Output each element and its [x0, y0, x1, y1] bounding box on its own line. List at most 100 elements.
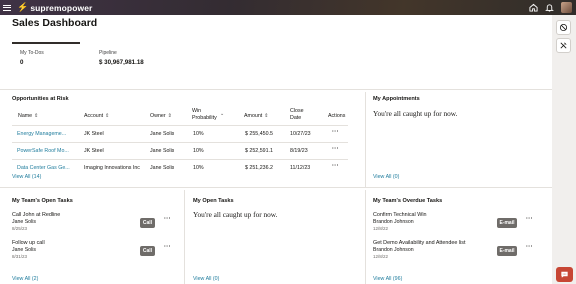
- open-tasks-empty-message: You're all caught up for now.: [193, 210, 278, 219]
- metrics-divider: [0, 89, 552, 90]
- opportunity-account: Imaging Innovations Inc: [84, 165, 140, 171]
- task-owner: Brandon Johnson: [373, 247, 414, 253]
- block-icon[interactable]: [556, 20, 571, 35]
- task-owner: Jane Solis: [12, 219, 36, 225]
- col-amount-label: Amount: [244, 113, 263, 119]
- chevron-down-icon[interactable]: ⌄: [220, 111, 224, 118]
- col-close-header[interactable]: Close Date: [290, 108, 310, 121]
- call-button[interactable]: Call: [140, 218, 155, 228]
- section-divider: [365, 92, 366, 187]
- team-open-tasks-title: My Team's Open Tasks: [12, 198, 73, 204]
- right-sidebar: [552, 15, 576, 284]
- table-row-divider: [12, 142, 348, 143]
- user-avatar[interactable]: [561, 2, 572, 13]
- task-more-menu[interactable]: ···: [164, 216, 171, 222]
- metric-tab-todos[interactable]: My To-Dos 0: [12, 42, 80, 86]
- bell-icon[interactable]: [545, 3, 554, 12]
- sort-icon[interactable]: ⇕: [105, 113, 109, 120]
- section-divider: [0, 187, 552, 188]
- opportunity-win: 10%: [193, 131, 204, 137]
- col-owner-header[interactable]: Owner ⇕: [150, 113, 172, 120]
- opportunity-name-link[interactable]: PowerSafe Roof Mo...: [17, 148, 77, 154]
- col-owner-label: Owner: [150, 113, 166, 119]
- col-close-label: Close Date: [290, 108, 304, 121]
- col-win-label: Win Probability: [192, 108, 217, 121]
- col-actions-label: Actions: [328, 113, 346, 119]
- col-win-header[interactable]: Win Probability ⌄: [192, 108, 232, 121]
- opportunity-close-date: 10/27/23: [290, 131, 311, 137]
- sort-icon[interactable]: ⇕: [168, 113, 172, 120]
- hamburger-menu-icon[interactable]: [3, 4, 11, 11]
- task-more-menu[interactable]: ···: [526, 216, 533, 222]
- task-more-menu[interactable]: ···: [164, 244, 171, 250]
- task-owner: Jane Solis: [12, 247, 36, 253]
- task-title[interactable]: Get Demo Availability and Attendee list: [373, 240, 466, 246]
- task-title[interactable]: Follow up call: [12, 240, 45, 246]
- row-actions-menu[interactable]: ···: [332, 146, 339, 152]
- brand-name-part1: supremo: [30, 2, 67, 13]
- email-button[interactable]: E-mail: [497, 246, 517, 256]
- team-overdue-tasks-title: My Team's Overdue Tasks: [373, 198, 443, 204]
- row-actions-menu[interactable]: ···: [332, 129, 339, 135]
- opportunity-close-date: 11/12/23: [290, 165, 311, 171]
- task-date: 8/25/23: [12, 226, 28, 231]
- opportunity-owner: Jane Solis: [150, 131, 175, 137]
- opportunities-title: Opportunities at Risk: [12, 96, 69, 102]
- task-date: 8/31/23: [12, 254, 28, 259]
- sort-icon[interactable]: ⇕: [34, 113, 38, 120]
- task-owner: Brandon Johnson: [373, 219, 414, 225]
- open-tasks-view-all-link[interactable]: View All (0): [193, 276, 219, 282]
- metric-tab-pipeline[interactable]: Pipeline $ 30,967,981.18: [92, 42, 182, 86]
- chat-icon[interactable]: [556, 267, 573, 282]
- opportunities-view-all-link[interactable]: View All (14): [12, 174, 41, 180]
- page-title: Sales Dashboard: [12, 17, 98, 29]
- metric-label-pipeline: Pipeline: [99, 50, 117, 56]
- task-date: 12/8/22: [373, 226, 389, 231]
- metric-value-pipeline: $ 30,967,981.18: [99, 59, 144, 66]
- task-more-menu[interactable]: ···: [526, 244, 533, 250]
- bolt-icon: ⚡: [17, 2, 29, 12]
- opportunity-amount: $ 251,236.2: [245, 165, 273, 171]
- section-divider: [184, 190, 185, 284]
- col-name-header[interactable]: Name ⇕: [18, 113, 38, 120]
- appointments-empty-message: You're all caught up for now.: [373, 109, 458, 118]
- opportunity-amount: $ 255,450.5: [245, 131, 273, 137]
- task-title[interactable]: Confirm Technical Win: [373, 212, 427, 218]
- table-row-divider: [12, 159, 348, 160]
- opportunity-win: 10%: [193, 165, 204, 171]
- metric-value-todos: 0: [20, 59, 24, 66]
- appointments-view-all-link[interactable]: View All (0): [373, 174, 399, 180]
- opportunity-owner: Jane Solis: [150, 148, 175, 154]
- col-amount-header[interactable]: Amount ⇕: [244, 113, 268, 120]
- home-icon[interactable]: [529, 3, 538, 12]
- col-account-label: Account: [84, 113, 104, 119]
- tools-icon[interactable]: [556, 38, 571, 53]
- opportunity-name-link[interactable]: Energy Manageme...: [17, 131, 77, 137]
- task-title[interactable]: Call John at Redline: [12, 212, 60, 218]
- metric-label-todos: My To-Dos: [20, 50, 44, 56]
- col-account-header[interactable]: Account ⇕: [84, 113, 109, 120]
- brand-logo[interactable]: ⚡ supremo power: [17, 2, 92, 13]
- col-name-label: Name: [18, 113, 33, 119]
- email-button[interactable]: E-mail: [497, 218, 517, 228]
- brand-name-part2: power: [66, 2, 93, 13]
- opportunity-close-date: 8/19/23: [290, 148, 308, 154]
- opportunity-win: 10%: [193, 148, 204, 154]
- opportunity-amount: $ 252,591.1: [245, 148, 273, 154]
- section-divider: [365, 190, 366, 284]
- opportunity-account: JK Steel: [84, 148, 104, 154]
- row-actions-menu[interactable]: ···: [332, 163, 339, 169]
- team-overdue-tasks-view-all-link[interactable]: View All (96): [373, 276, 402, 282]
- top-bar: ⚡ supremo power: [0, 0, 576, 15]
- table-header-divider: [12, 125, 348, 126]
- opportunity-name-link[interactable]: Data Center Gas Ge...: [17, 165, 77, 171]
- task-date: 12/8/22: [373, 254, 389, 259]
- opportunity-account: JK Steel: [84, 131, 104, 137]
- appointments-title: My Appointments: [373, 96, 420, 102]
- dashboard-content: [0, 15, 552, 284]
- call-button[interactable]: Call: [140, 246, 155, 256]
- sort-icon[interactable]: ⇕: [264, 113, 268, 120]
- col-actions-header: Actions: [328, 113, 345, 120]
- team-open-tasks-view-all-link[interactable]: View All (2): [12, 276, 38, 282]
- opportunity-owner: Jane Solis: [150, 165, 175, 171]
